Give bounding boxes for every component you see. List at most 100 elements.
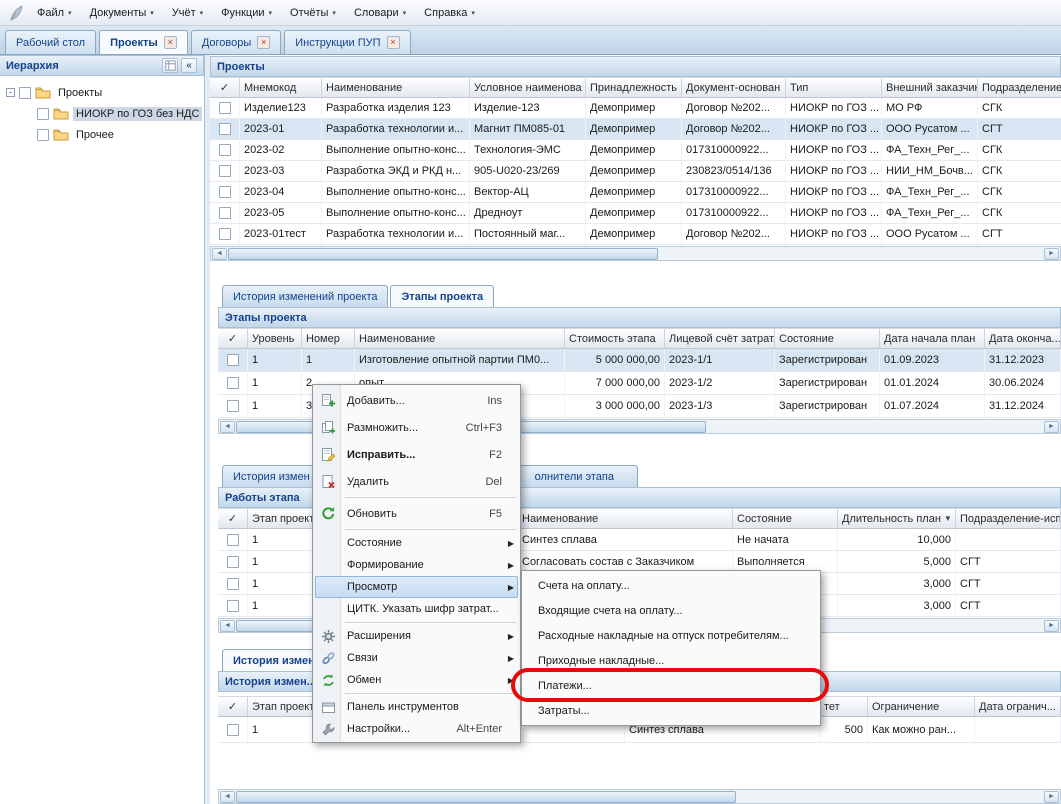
row-select-cell[interactable] [210, 161, 240, 181]
submenu-item[interactable]: Счета на оплату... [524, 573, 818, 598]
column-header[interactable]: Наименование [355, 329, 565, 348]
tree-checkbox[interactable] [37, 108, 49, 120]
row-checkbox[interactable] [227, 600, 239, 612]
row-checkbox[interactable] [219, 186, 231, 198]
column-header[interactable]: Наименование [322, 78, 470, 97]
column-header[interactable]: Дата начала план [880, 329, 985, 348]
row-checkbox[interactable] [219, 228, 231, 240]
scroll-right-icon[interactable]: ► [1044, 791, 1059, 803]
column-header[interactable]: Стоимость этапа [565, 329, 665, 348]
context-menu-item[interactable]: Просмотр▶ [315, 576, 518, 598]
row-checkbox[interactable] [219, 207, 231, 219]
select-all-header[interactable]: ✓ [218, 697, 248, 716]
column-header[interactable]: Состояние [733, 509, 838, 528]
row-select-cell[interactable] [218, 395, 248, 417]
section-tab[interactable]: Этапы проекта [390, 285, 494, 307]
menubar-item[interactable]: Функции▾ [212, 0, 281, 25]
row-select-cell[interactable] [218, 595, 248, 616]
row-select-cell[interactable] [218, 573, 248, 594]
tree-checkbox[interactable] [19, 87, 31, 99]
row-checkbox[interactable] [227, 534, 239, 546]
column-header[interactable]: Документ-основан [682, 78, 786, 97]
submenu-item[interactable]: Затраты... [524, 698, 818, 723]
column-header[interactable]: Тип [786, 78, 882, 97]
row-select-cell[interactable] [218, 551, 248, 572]
row-checkbox[interactable] [219, 102, 231, 114]
grid-filter-icon[interactable] [162, 58, 178, 73]
scroll-right-icon[interactable]: ► [1044, 620, 1059, 632]
workspace-tab[interactable]: Инструкции ПУП× [284, 30, 410, 54]
context-menu-item[interactable]: Расширения▶ [315, 625, 518, 647]
context-menu-item[interactable]: ЦИТК. Указать шифр затрат... [315, 598, 518, 620]
scroll-right-icon[interactable]: ► [1044, 421, 1059, 433]
row-checkbox[interactable] [227, 400, 239, 412]
column-header[interactable]: Дата огранич... [975, 697, 1061, 716]
context-menu-item[interactable]: Добавить...Ins [315, 387, 518, 414]
context-menu-item[interactable]: Состояние▶ [315, 532, 518, 554]
column-header[interactable]: Лицевой счёт затрат. [665, 329, 775, 348]
menubar-item[interactable]: Учёт▾ [163, 0, 212, 25]
context-menu-item[interactable]: Исправить...F2 [315, 441, 518, 468]
row-select-cell[interactable] [218, 529, 248, 550]
submenu-item[interactable]: Входящие счета на оплату... [524, 598, 818, 623]
row-checkbox[interactable] [227, 354, 239, 366]
row-select-cell[interactable] [210, 140, 240, 160]
horizontal-scrollbar[interactable]: ◄► [218, 789, 1061, 804]
column-header[interactable]: Дата оконча... [985, 329, 1061, 348]
select-all-header[interactable]: ✓ [218, 329, 248, 348]
tree-checkbox[interactable] [37, 129, 49, 141]
column-header[interactable]: Мнемокод [240, 78, 322, 97]
row-checkbox[interactable] [227, 578, 239, 590]
context-menu-item[interactable]: Формирование▶ [315, 554, 518, 576]
select-all-header[interactable]: ✓ [210, 78, 240, 97]
row-select-cell[interactable] [218, 349, 248, 371]
workspace-tab[interactable]: Проекты× [99, 30, 188, 54]
row-checkbox[interactable] [227, 724, 239, 736]
column-header[interactable]: Подразделение [978, 78, 1061, 97]
table-row[interactable]: 11Изготовление опытной партии ПМ0...5 00… [218, 349, 1061, 372]
select-all-header[interactable]: ✓ [218, 509, 248, 528]
row-checkbox[interactable] [227, 377, 239, 389]
context-menu-item[interactable]: ОбновитьF5 [315, 500, 518, 527]
workspace-tab[interactable]: Договоры× [191, 30, 281, 54]
column-header[interactable]: тет [820, 697, 868, 716]
row-select-cell[interactable] [218, 372, 248, 394]
tree-node[interactable]: Прочее [0, 124, 204, 145]
column-header[interactable]: Состояние [775, 329, 880, 348]
menubar-item[interactable]: Отчёты▾ [281, 0, 345, 25]
context-menu-item[interactable]: УдалитьDel [315, 468, 518, 495]
section-tab[interactable]: История измен [222, 465, 321, 487]
column-header[interactable]: Внешний заказчик [882, 78, 978, 97]
column-header[interactable]: Условное наименова [470, 78, 586, 97]
table-row[interactable]: 2023-02Выполнение опытно-конс...Технолог… [210, 140, 1061, 161]
close-tab-icon[interactable]: × [164, 36, 177, 49]
tree-node[interactable]: НИОКР по ГОЗ без НДС [0, 103, 204, 124]
collapse-panel-icon[interactable]: « [181, 58, 197, 73]
horizontal-scrollbar[interactable]: ◄► [210, 246, 1061, 261]
context-menu-item[interactable]: Размножить...Ctrl+F3 [315, 414, 518, 441]
submenu-item[interactable]: Расходные накладные на отпуск потребител… [524, 623, 818, 648]
row-checkbox[interactable] [219, 123, 231, 135]
menubar-item[interactable]: Документы▾ [81, 0, 163, 25]
table-row[interactable]: 2023-05Выполнение опытно-конс...Дредноут… [210, 203, 1061, 224]
column-header[interactable]: Подразделение-исп... [956, 509, 1061, 528]
row-checkbox[interactable] [219, 165, 231, 177]
tree-node[interactable]: -Проекты [0, 82, 204, 103]
column-header[interactable]: Уровень [248, 329, 302, 348]
row-select-cell[interactable] [218, 717, 248, 742]
workspace-tab[interactable]: Рабочий стол [5, 30, 96, 54]
close-tab-icon[interactable]: × [387, 36, 400, 49]
menubar-item[interactable]: Словари▾ [345, 0, 415, 25]
scroll-left-icon[interactable]: ◄ [212, 248, 227, 260]
column-header[interactable]: Ограничение [868, 697, 975, 716]
submenu-item[interactable]: Платежи... [524, 673, 818, 698]
table-row[interactable]: 2023-01тестРазработка технологии и...Пос… [210, 224, 1061, 245]
context-menu-item[interactable]: Обмен▶ [315, 669, 518, 691]
scroll-left-icon[interactable]: ◄ [220, 620, 235, 632]
row-select-cell[interactable] [210, 224, 240, 244]
scroll-thumb[interactable] [236, 791, 736, 803]
row-select-cell[interactable] [210, 203, 240, 223]
section-tab[interactable]: История изменений проекта [222, 285, 388, 307]
row-select-cell[interactable] [210, 182, 240, 202]
row-checkbox[interactable] [227, 556, 239, 568]
